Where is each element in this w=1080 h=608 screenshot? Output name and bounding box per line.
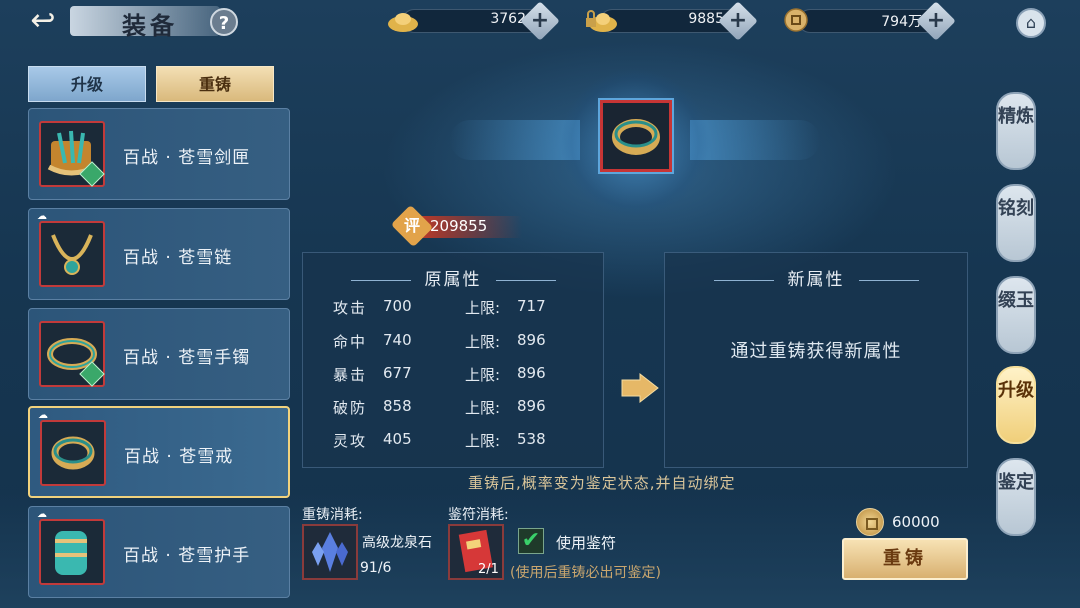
attribute-value: 677	[383, 364, 412, 382]
copper-coin-icon	[856, 508, 884, 536]
reforge-button[interactable]: 重铸	[842, 538, 968, 580]
arrow-right-icon	[621, 372, 659, 404]
add-currency-button[interactable]: +	[916, 1, 956, 41]
use-talisman-checkbox[interactable]: ✔	[518, 528, 544, 554]
home-button[interactable]: ⌂	[1016, 8, 1046, 38]
reforge-notice: 重铸后,概率变为鉴定状态,并自动绑定	[468, 474, 736, 492]
list-item[interactable]: ☁ 百战 · 苍雪护手	[28, 506, 290, 598]
talisman-cost-label: 鉴符消耗:	[448, 507, 509, 523]
nav-label: 铭刻	[998, 198, 1034, 219]
new-attributes-hint: 通过重铸获得新属性	[730, 341, 902, 362]
limit-value: 538	[517, 430, 546, 448]
material-slot[interactable]	[302, 524, 358, 580]
home-icon: ⌂	[1025, 13, 1037, 32]
dragon-spring-stone-icon	[312, 532, 348, 572]
panel-title: 原属性	[303, 265, 603, 290]
add-currency-button[interactable]: +	[718, 1, 758, 41]
panel-title: 新属性	[665, 265, 967, 290]
material-count: 91/6	[360, 560, 392, 576]
equipment-name: 百战 · 苍雪护手	[123, 546, 251, 566]
nav-jade[interactable]: 缀玉	[996, 276, 1036, 354]
list-item[interactable]: 百战 · 苍雪剑匣	[28, 108, 290, 200]
coin-cost-value: 60000	[892, 513, 940, 531]
limit-value: 717	[517, 297, 546, 315]
gauntlet-icon	[39, 519, 105, 585]
attribute-name: 灵攻	[333, 432, 368, 450]
attribute-name: 攻击	[333, 299, 368, 317]
limit-label: 上限:	[465, 366, 501, 384]
nav-inscribe[interactable]: 铭刻	[996, 184, 1036, 262]
reforge-cost-label: 重铸消耗:	[302, 507, 363, 523]
nav-label: 升级	[998, 380, 1034, 401]
back-button[interactable]: ↩	[18, 4, 68, 38]
talisman-count: 2/1	[478, 562, 499, 577]
equipment-list[interactable]: 百战 · 苍雪剑匣 ☁ 百战 · 苍雪链 百战 · 苍雪手镯 ☁ 百战 · 苍雪…	[28, 108, 290, 608]
limit-value: 896	[517, 397, 546, 415]
material-name: 高级龙泉石	[362, 535, 432, 551]
attribute-value: 700	[383, 297, 412, 315]
currency-value: 3762	[490, 11, 526, 27]
nav-label: 鉴定	[998, 472, 1034, 493]
use-talisman-note: (使用后重铸必出可鉴定)	[510, 565, 661, 581]
attribute-value: 740	[383, 331, 412, 349]
tab-upgrade[interactable]: 升级	[28, 66, 146, 102]
limit-label: 上限:	[465, 333, 501, 351]
limit-value: 896	[517, 364, 546, 382]
back-arrow-icon: ↩	[30, 3, 56, 38]
score-value: 209855	[430, 217, 488, 235]
attribute-name: 暴击	[333, 366, 368, 384]
list-item-selected[interactable]: ☁ 百战 · 苍雪戒	[28, 406, 290, 498]
selected-item-slot[interactable]	[598, 98, 674, 174]
limit-label: 上限:	[465, 399, 501, 417]
list-item[interactable]: ☁ 百战 · 苍雪链	[28, 208, 290, 300]
gold-ingot-icon	[388, 13, 418, 32]
currency-value: 9885	[688, 11, 724, 27]
nav-refine[interactable]: 精炼	[996, 92, 1036, 170]
equipment-name: 百战 · 苍雪手镯	[123, 348, 251, 368]
attribute-value: 858	[383, 397, 412, 415]
ring-icon	[40, 420, 106, 486]
locked-ingot-icon	[586, 10, 617, 32]
add-currency-button[interactable]: +	[520, 1, 560, 41]
top-bar: ↩ 装备 ? 3762 + 9885 + 794万 + ⌂	[0, 0, 1080, 44]
score-badge-label: 评	[403, 216, 420, 235]
help-button[interactable]: ?	[210, 8, 238, 36]
equipment-name: 百战 · 苍雪链	[123, 248, 233, 268]
plus-icon: +	[530, 8, 550, 33]
tab-reforge[interactable]: 重铸	[156, 66, 274, 102]
copper-coin-icon	[784, 8, 808, 32]
currency-value: 794万	[881, 14, 922, 30]
old-attributes-panel: 原属性 攻击 700 上限: 717 命中 740 上限: 896 暴击 677…	[302, 252, 604, 468]
plus-icon: +	[728, 8, 748, 33]
list-item[interactable]: 百战 · 苍雪手镯	[28, 308, 290, 400]
attribute-name: 命中	[333, 333, 368, 351]
attribute-value: 405	[383, 430, 412, 448]
use-talisman-label: 使用鉴符	[556, 534, 617, 552]
nav-label: 缀玉	[998, 290, 1034, 311]
ring-icon	[612, 119, 660, 155]
page-title: 装备	[122, 11, 178, 40]
limit-value: 896	[517, 331, 546, 349]
limit-label: 上限:	[465, 432, 501, 450]
plus-icon: +	[926, 8, 946, 33]
nav-label: 精炼	[998, 106, 1034, 127]
equipment-name: 百战 · 苍雪剑匣	[123, 148, 251, 168]
equipment-name: 百战 · 苍雪戒	[124, 447, 234, 467]
nav-appraise[interactable]: 鉴定	[996, 458, 1036, 536]
nav-upgrade[interactable]: 升级	[996, 366, 1036, 444]
attribute-name: 破防	[333, 399, 368, 417]
limit-label: 上限:	[465, 299, 501, 317]
new-attributes-panel: 新属性 通过重铸获得新属性	[664, 252, 968, 468]
necklace-icon	[39, 221, 105, 287]
